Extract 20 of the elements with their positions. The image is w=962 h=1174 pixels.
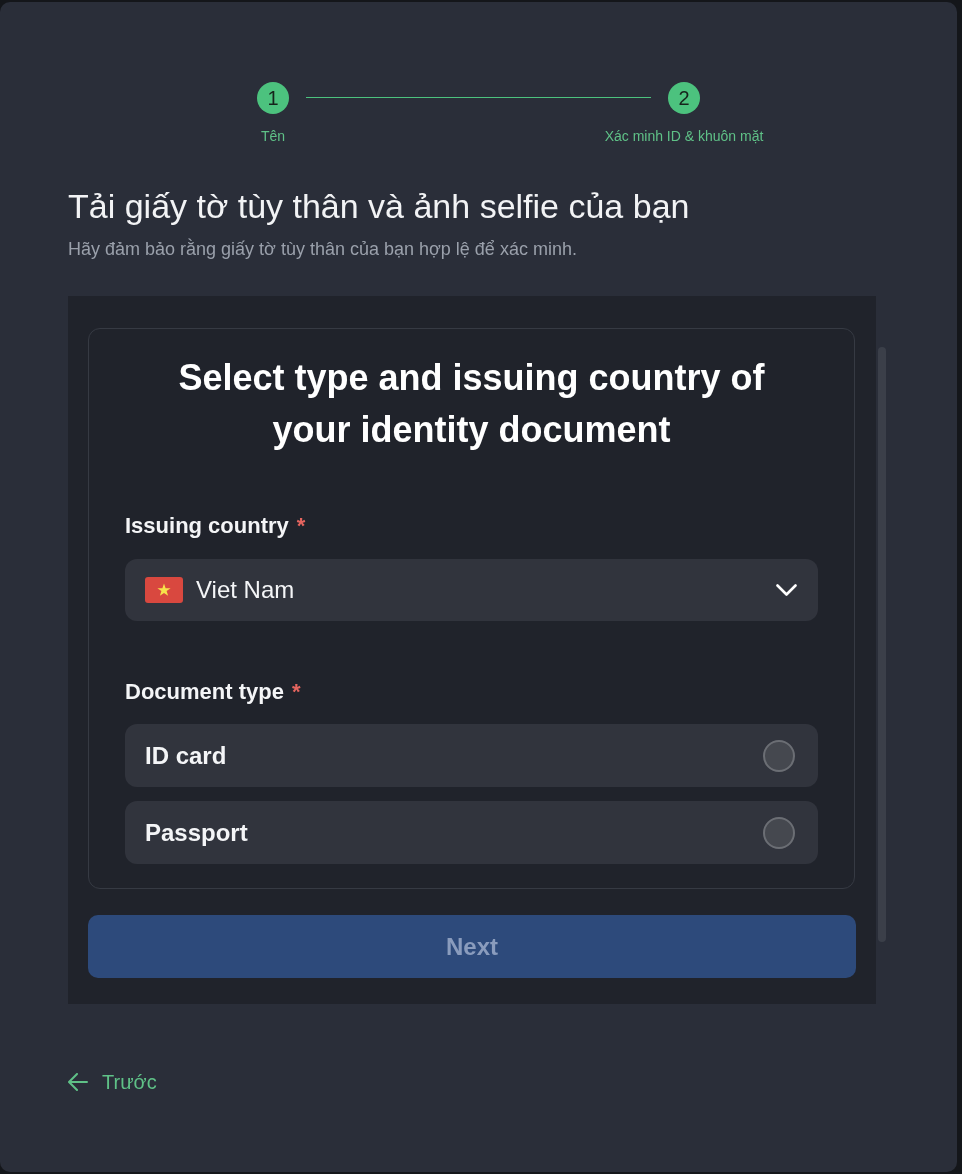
arrow-left-icon bbox=[68, 1073, 88, 1091]
flag-icon bbox=[145, 577, 183, 603]
step-indicator: 1 bbox=[257, 82, 289, 114]
back-link[interactable]: Trước bbox=[68, 1068, 157, 1096]
step-label: Tên bbox=[260, 127, 286, 146]
step-indicator: 2 bbox=[668, 82, 700, 114]
field-label: Document type bbox=[125, 678, 284, 706]
required-mark: * bbox=[296, 512, 306, 540]
document-type-option[interactable]: ID card bbox=[125, 724, 818, 787]
card-title: Select type and issuing country of your identity document bbox=[177, 356, 766, 452]
required-mark: * bbox=[291, 678, 301, 706]
chevron-down-icon bbox=[776, 584, 797, 596]
radio-button[interactable] bbox=[763, 816, 795, 849]
country-select[interactable]: Viet Nam bbox=[125, 559, 818, 621]
document-type-option[interactable]: Passport bbox=[125, 801, 818, 864]
radio-button[interactable] bbox=[763, 739, 795, 772]
page-heading: Tải giấy tờ tùy thân và ảnh selfie của bạn bbox=[68, 186, 691, 227]
page-subtitle: Hãy đảm bảo rằng giấy tờ tùy thân của bạn hợp lệ để xác minh. bbox=[68, 237, 578, 261]
field-label: Issuing country bbox=[125, 512, 289, 540]
step-label: Xác minh ID & khuôn mặt bbox=[604, 127, 764, 146]
